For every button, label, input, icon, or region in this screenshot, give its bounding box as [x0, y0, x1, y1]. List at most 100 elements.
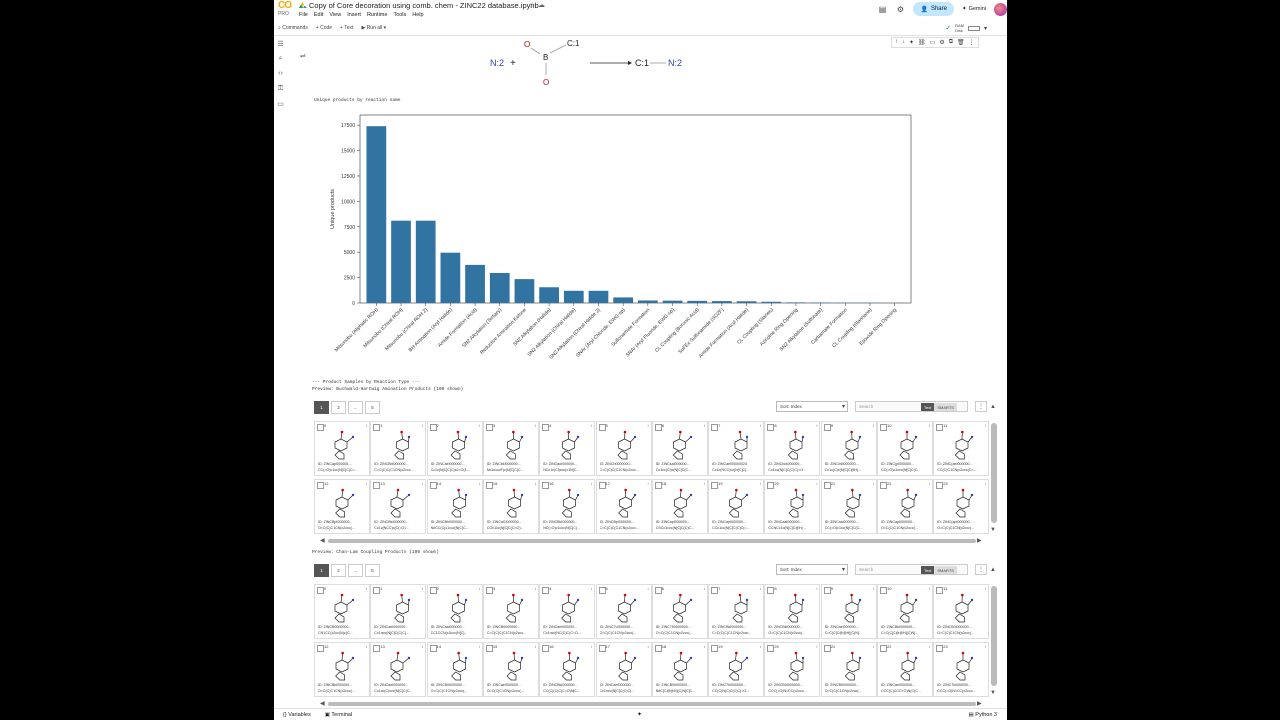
menu-file[interactable]: File — [299, 12, 308, 18]
product-card[interactable]: 9 i ID: ZINCb6I000000... Cc1c(C)c(N[C]C@H(.… — [820, 421, 877, 476]
info-icon[interactable]: i — [535, 586, 536, 591]
page-button[interactable]: 2 — [331, 401, 346, 414]
select-checkbox[interactable] — [936, 645, 944, 652]
info-icon[interactable]: i — [422, 481, 423, 486]
info-icon[interactable]: i — [704, 481, 705, 486]
product-card[interactable]: 7 i ID: ZINCBkI000000... C=C(C)C(C1CN(c2ccc… — [708, 584, 765, 639]
select-checkbox[interactable] — [373, 424, 381, 431]
info-icon[interactable]: i — [873, 586, 874, 591]
page-button[interactable]: 1 — [314, 564, 329, 577]
add-code-button[interactable]: + Code — [316, 25, 332, 31]
info-icon[interactable]: i — [929, 481, 930, 486]
comment-icon[interactable]: ▭ — [930, 39, 936, 46]
more-options-button[interactable]: ⋮ — [975, 401, 987, 412]
sparkle-icon[interactable]: ✦ — [909, 39, 914, 46]
sort-select[interactable]: Sort: Index — [776, 564, 848, 575]
product-card[interactable]: 20 i ID: ZINCaaI000000... CCNCc1c(N[C]C@H(.… — [764, 479, 821, 534]
info-icon[interactable]: i — [873, 481, 874, 486]
page-button[interactable]: ... — [348, 564, 363, 577]
product-card[interactable]: 21 i ID: ZINCaaI000000... CC(=O)c1cc(N[C]C(… — [820, 479, 877, 534]
info-icon[interactable]: i — [479, 423, 480, 428]
page-button[interactable]: 5 — [365, 564, 380, 577]
select-checkbox[interactable] — [654, 424, 662, 431]
info-icon[interactable]: i — [648, 586, 649, 591]
smarts-mode-button[interactable]: SMARTS — [934, 403, 957, 411]
horizontal-scrollbar[interactable] — [328, 702, 976, 706]
product-card[interactable]: 10 i ID: ZINC(pl000000... CC(=O)c1ccc(N[C]C… — [877, 421, 933, 476]
product-card[interactable]: 17 i ID: ZINCaeI000000... Cc1ncc(N[C]C(C)C(… — [595, 642, 652, 697]
info-icon[interactable]: i — [704, 644, 705, 649]
product-card[interactable]: 11 i ID: ZINCB0I000000... O=C(C)C1CN(c2ccc(… — [933, 584, 990, 639]
product-card[interactable]: 12 i ID: ZINCBkI000000... O=C(C)C1CN(c2ccc(… — [314, 642, 370, 697]
info-icon[interactable]: i — [760, 644, 761, 649]
smarts-mode-button[interactable]: SMARTS — [934, 566, 957, 574]
select-checkbox[interactable] — [598, 424, 606, 431]
scroll-left-icon[interactable]: ◀ — [320, 537, 325, 544]
select-checkbox[interactable] — [936, 587, 944, 594]
comment-icon[interactable]: ▤ — [877, 4, 887, 14]
menu-insert[interactable]: Insert — [347, 12, 361, 18]
info-icon[interactable]: i — [817, 481, 818, 486]
select-checkbox[interactable] — [711, 587, 719, 594]
product-card[interactable]: 21 i ID: ZINCB0I000000... O=C(C)C1CN(c2ccc(… — [820, 642, 877, 697]
select-checkbox[interactable] — [654, 482, 662, 489]
select-checkbox[interactable] — [823, 424, 831, 431]
info-icon[interactable]: i — [873, 644, 874, 649]
select-checkbox[interactable] — [485, 424, 493, 431]
folder-icon[interactable]: ▭ — [274, 96, 287, 111]
toc-icon[interactable]: ☰ — [274, 36, 287, 51]
select-checkbox[interactable] — [936, 424, 944, 431]
info-icon[interactable]: i — [929, 586, 930, 591]
info-icon[interactable]: i — [648, 644, 649, 649]
share-button[interactable]: 👤 Share — [913, 2, 954, 16]
product-card[interactable]: 6 i ID: ZINC750000000... O=C(C)C1CN(c2ccc(.… — [651, 584, 708, 639]
product-card[interactable]: 15 i ID: ZINCaeI000000... O=C(C)C1CN(c2ccc(… — [482, 642, 539, 697]
select-checkbox[interactable] — [880, 645, 887, 652]
select-checkbox[interactable] — [373, 587, 381, 594]
page-button[interactable]: ... — [348, 401, 363, 414]
product-card[interactable]: 5 i ID: ZINC7U000000... O=C(C)C1CN(c2ccc(..… — [595, 584, 652, 639]
select-checkbox[interactable] — [429, 645, 437, 652]
product-card[interactable]: 19 i ID: ZINC7kI000000... CC(C)N(C)C(C)C(=O… — [708, 642, 765, 697]
product-card[interactable]: 3 i ID: ZINCB0000000... C=C(C)C(C1CN(c2ccc.… — [482, 584, 539, 639]
sparkle-icon[interactable]: ✦ — [637, 711, 642, 718]
product-card[interactable]: 10 i ID: ZINCBkI000000... C=C(C[C@@H](C)N[.… — [877, 584, 933, 639]
product-card[interactable]: 5 i ID: ZINCb0000000... C=C(C)C(C1CN(c2ccc.… — [595, 421, 652, 476]
select-checkbox[interactable] — [485, 482, 493, 489]
select-checkbox[interactable] — [598, 645, 606, 652]
info-icon[interactable]: i — [366, 423, 367, 428]
key-icon[interactable]: ⚿ — [274, 81, 287, 96]
page-button[interactable]: 2 — [331, 564, 346, 577]
product-card[interactable]: 11 i ID: ZINC(aeI000000... CC(C)C1CN(c2ccc(… — [933, 421, 990, 476]
vertical-scrollbar[interactable] — [991, 586, 997, 686]
menu-view[interactable]: View — [329, 12, 341, 18]
info-icon[interactable]: i — [648, 481, 649, 486]
product-card[interactable]: 9 i ID: ZINCaeI000000... C=C(C[C@@H](C)N[..… — [820, 584, 877, 639]
gear-icon[interactable]: ⚙ — [939, 39, 944, 46]
arrow-down-icon[interactable]: ↓ — [902, 39, 905, 46]
select-checkbox[interactable] — [823, 587, 831, 594]
select-checkbox[interactable] — [880, 482, 887, 489]
menu-runtime[interactable]: Runtime — [367, 12, 387, 18]
product-card[interactable]: 15 i ID: ZINCaGI000000... COc1cc(N[C]C(C=O)… — [482, 479, 539, 534]
info-icon[interactable]: i — [422, 423, 423, 428]
search-icon[interactable]: ⌕ — [274, 51, 287, 66]
info-icon[interactable]: i — [929, 644, 930, 649]
info-icon[interactable]: i — [535, 481, 536, 486]
product-card[interactable]: 16 i ID: ZINCBkI000000... NC(=O)c1ccc(N[C]C… — [539, 479, 596, 534]
scroll-right-icon[interactable]: ▶ — [977, 537, 982, 544]
info-icon[interactable]: i — [591, 481, 592, 486]
cloud-icon[interactable]: ☁ — [538, 1, 545, 9]
product-card[interactable]: 19 i ID: ZINCapI000000... CCc1cc(N[C]C(C)C(… — [708, 479, 765, 534]
more-options-button[interactable]: ⋮ — [975, 564, 987, 575]
product-card[interactable]: 13 i ID: ZINCBkI000000... Cc1c(NCC)c(C(=O).… — [370, 479, 427, 534]
delete-icon[interactable]: 🗑 — [957, 39, 965, 46]
select-checkbox[interactable] — [654, 645, 662, 652]
text-mode-button[interactable]: Text — [921, 403, 935, 411]
select-checkbox[interactable] — [317, 587, 324, 594]
info-icon[interactable]: i — [591, 423, 592, 428]
select-checkbox[interactable] — [767, 645, 775, 652]
page-button[interactable]: 5 — [365, 401, 380, 414]
info-icon[interactable]: i — [535, 423, 536, 428]
select-checkbox[interactable] — [373, 482, 381, 489]
